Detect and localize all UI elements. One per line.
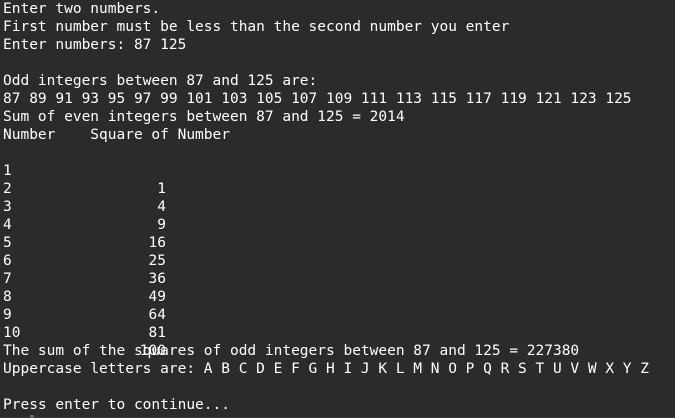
table-row: 3 9 bbox=[3, 180, 675, 233]
table-row: 9 81 bbox=[3, 288, 675, 341]
table-row: 7 49 bbox=[3, 252, 675, 305]
instruction-line: First number must be less than the secon… bbox=[3, 19, 510, 35]
table-row: 5 25 bbox=[3, 216, 675, 269]
terminal-window[interactable]: Enter two numbers. First number must be … bbox=[0, 0, 675, 418]
number-cell: 10 bbox=[3, 325, 21, 341]
even-sum-line: Sum of even integers between 87 and 125 … bbox=[3, 109, 405, 125]
table-row: 1 1 bbox=[3, 144, 675, 197]
table-row: 2 4 bbox=[3, 162, 675, 215]
uppercase-letters-line: Uppercase letters are: A B C D E F G H I… bbox=[3, 361, 650, 377]
table-row: 8 64 bbox=[3, 270, 675, 323]
odd-values-line: 87 89 91 93 95 97 99 101 103 105 107 109… bbox=[3, 91, 632, 107]
square-cell: 100 bbox=[139, 343, 166, 359]
square-cell: 81 bbox=[148, 325, 166, 341]
squares-sum-line: The sum of the squares of odd integers b… bbox=[3, 343, 580, 359]
table-row: 6 36 bbox=[3, 234, 675, 287]
input-echo-line: Enter numbers: 87 125 bbox=[3, 37, 187, 53]
prompt-line: Enter two numbers. bbox=[3, 1, 161, 17]
continue-prompt-line[interactable]: Press enter to continue... bbox=[3, 396, 675, 414]
terminal-output: Enter two numbers. First number must be … bbox=[3, 0, 675, 414]
odd-heading-line: Odd integers between 87 and 125 are: bbox=[3, 73, 318, 89]
table-row: 4 16 bbox=[3, 198, 675, 251]
table-header-line: Number Square of Number bbox=[3, 127, 230, 143]
table-row: 10 100 bbox=[3, 306, 675, 359]
